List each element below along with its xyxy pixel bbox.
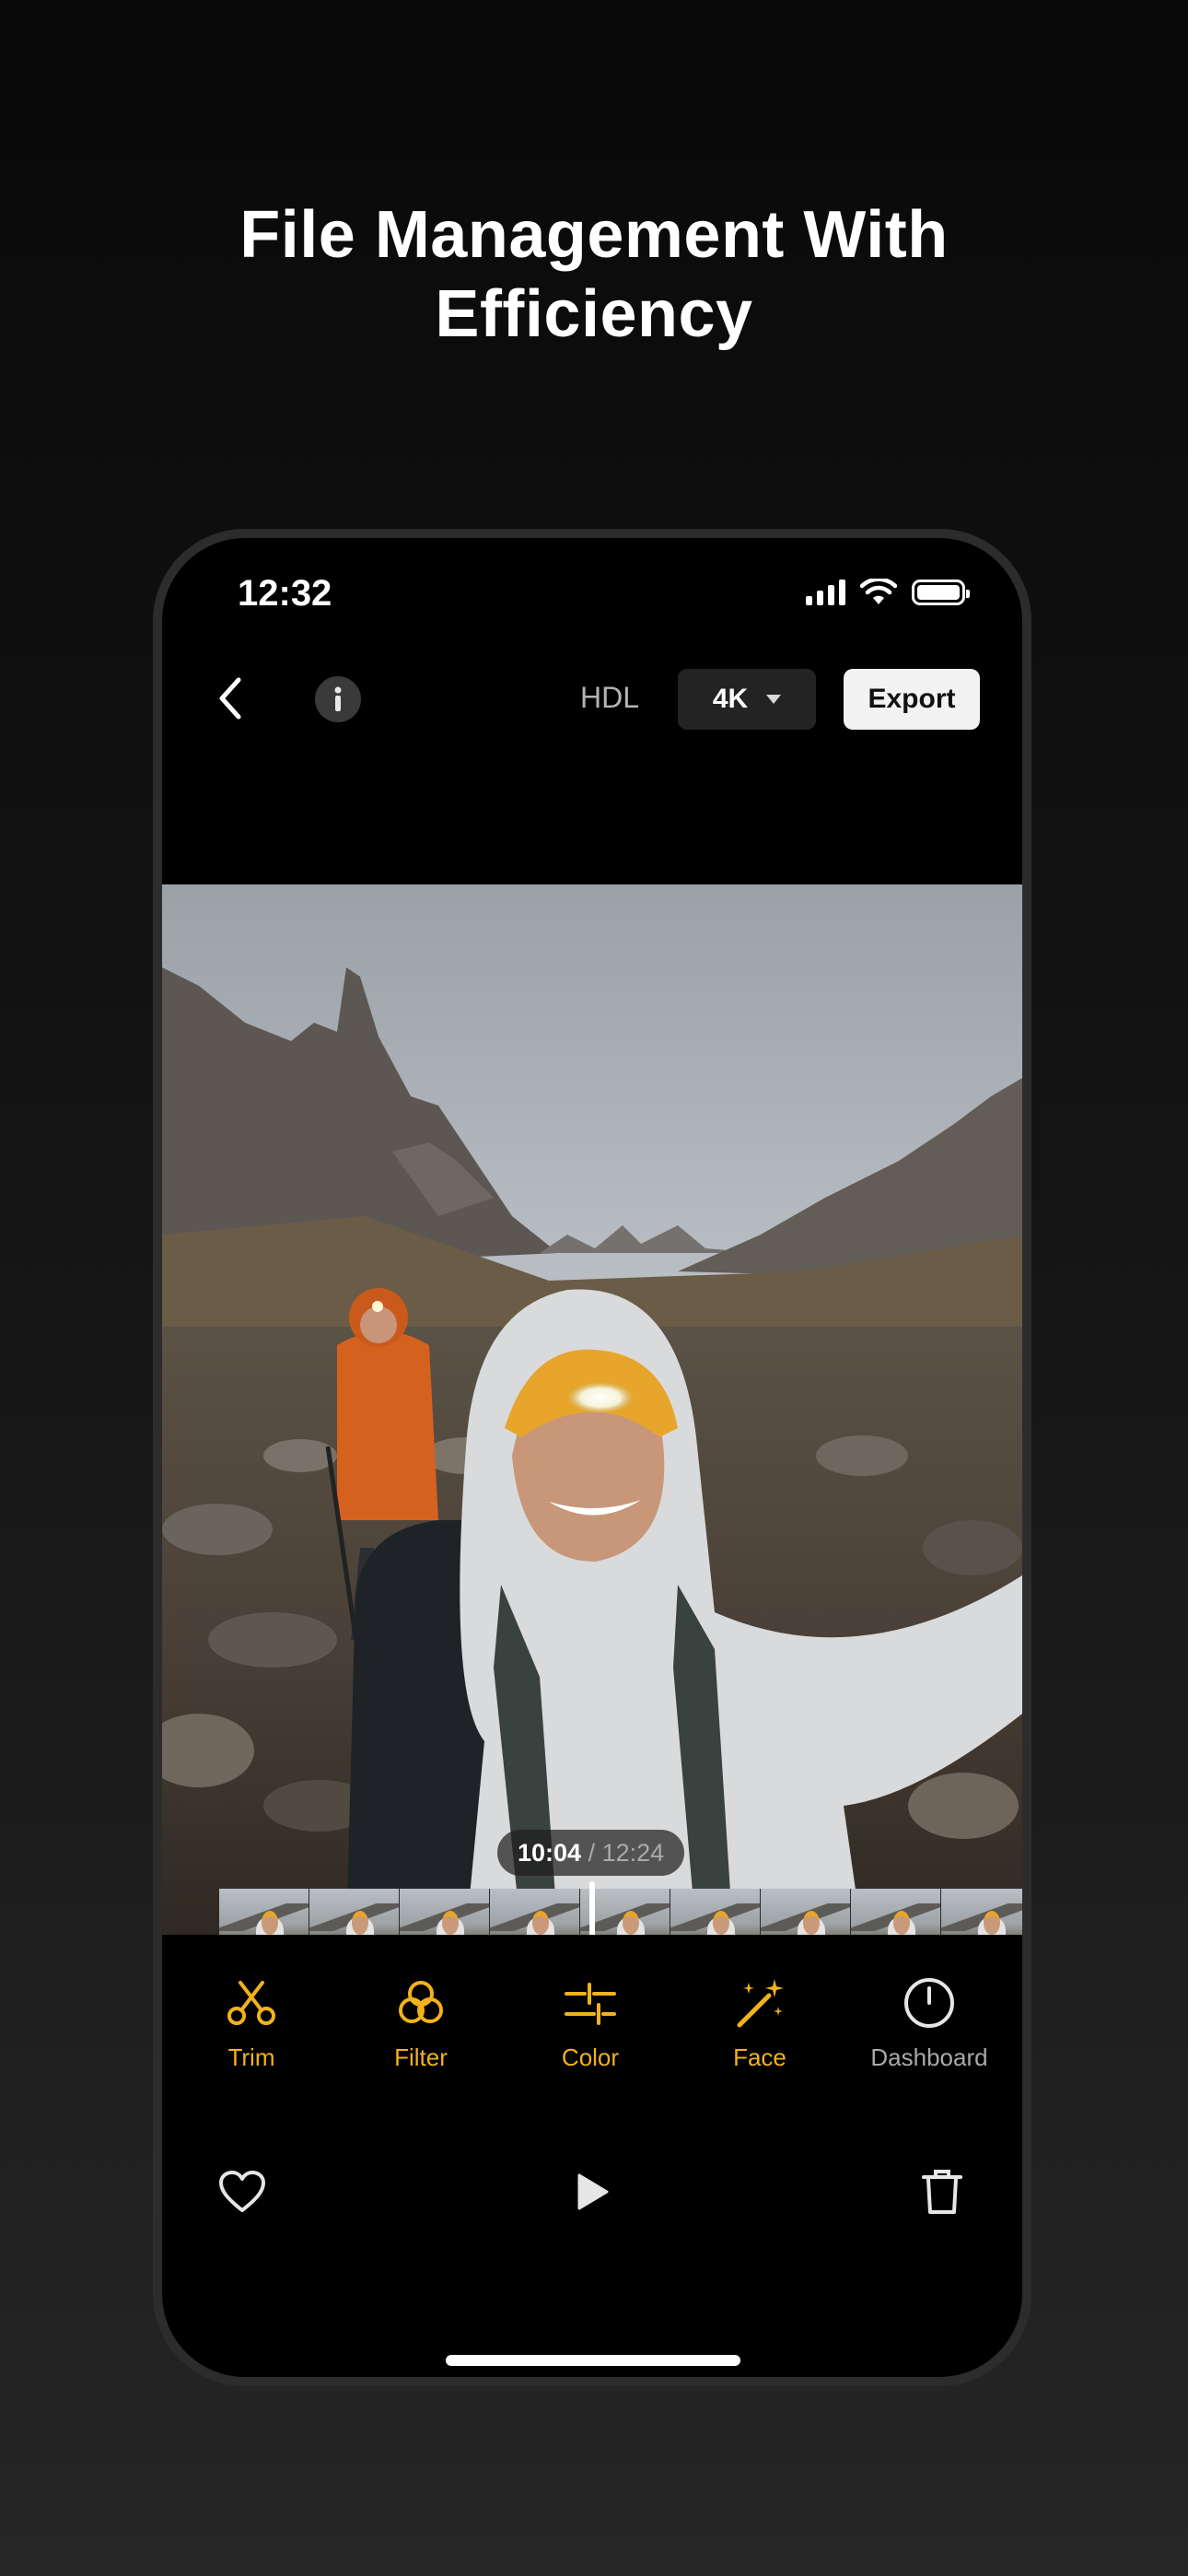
home-indicator: [446, 2355, 740, 2366]
status-bar: 12:32: [162, 538, 1022, 649]
editor-toolbar: HDL 4K Export: [162, 658, 1022, 741]
favorite-button[interactable]: [210, 2160, 274, 2224]
total-time: 12:24: [601, 1838, 665, 1867]
filmstrip-frame: [219, 1889, 309, 1935]
back-button[interactable]: [203, 671, 258, 726]
current-time: 10:04: [518, 1838, 582, 1867]
edit-tools-bar: Trim Filter Color Face Dashboard: [162, 1975, 1022, 2104]
tool-label: Color: [561, 2043, 620, 2071]
sliders-icon: [565, 1983, 616, 2025]
playback-bar: [162, 2160, 1022, 2233]
video-preview[interactable]: 10:04 / 12:24: [162, 884, 1022, 1935]
preview-image: [162, 884, 1022, 1935]
caret-down-icon: [766, 695, 782, 704]
playback-time-badge: 10:04 / 12:24: [497, 1830, 685, 1876]
trash-icon: [922, 2170, 962, 2214]
tool-label: Trim: [227, 2043, 275, 2071]
battery-icon: [912, 580, 970, 605]
wifi-icon: [860, 579, 897, 604]
tool-label: Face: [733, 2043, 786, 2071]
tool-face[interactable]: Face: [681, 1975, 838, 2072]
resolution-select[interactable]: 4K: [678, 669, 816, 730]
file-title: HDL: [579, 681, 639, 714]
resolution-value: 4K: [712, 684, 749, 714]
heart-icon: [219, 2171, 265, 2212]
chevron-left-icon: [219, 677, 241, 720]
play-icon: [577, 2173, 609, 2210]
play-button[interactable]: [560, 2160, 624, 2224]
filmstrip-frame: [400, 1889, 490, 1935]
tool-dashboard[interactable]: Dashboard: [851, 1975, 1007, 2072]
filmstrip-frame: [309, 1889, 400, 1935]
info-button[interactable]: [315, 676, 361, 722]
phone-screen: 12:32 HDL 4K Export 10:04 / 12:24 Trim F…: [162, 538, 1022, 2377]
delete-button[interactable]: [910, 2160, 974, 2224]
headline-line-2: Efficiency: [435, 277, 753, 351]
filter-circles-icon: [399, 1981, 443, 2023]
gauge-icon: [904, 1978, 954, 2028]
scissors-icon: [227, 1981, 275, 2025]
tool-trim[interactable]: Trim: [173, 1975, 330, 2072]
cellular-signal-icon: [806, 580, 845, 605]
filmstrip-frame: [761, 1889, 851, 1935]
headline-line-1: File Management With: [239, 198, 949, 272]
filmstrip-frame: [670, 1889, 761, 1935]
status-icons: [806, 579, 970, 606]
info-icon: [334, 686, 342, 711]
tool-label: Dashboard: [870, 2043, 988, 2071]
phone-frame: 12:32 HDL 4K Export 10:04 / 12:24 Trim F…: [153, 529, 1031, 2386]
export-button[interactable]: Export: [844, 669, 980, 730]
timeline-playhead[interactable]: [589, 1881, 595, 1935]
tool-color[interactable]: Color: [512, 1975, 669, 2072]
filmstrip-frame: [941, 1889, 1022, 1935]
tool-label: Filter: [394, 2043, 448, 2071]
tool-filter[interactable]: Filter: [343, 1975, 499, 2072]
page-headline: File Management With Efficiency: [0, 195, 1188, 354]
filmstrip-frame: [490, 1889, 580, 1935]
magic-wand-icon: [737, 1979, 784, 2028]
timeline-filmstrip[interactable]: [219, 1889, 1022, 1935]
status-time: 12:32: [238, 573, 332, 614]
time-separator: /: [581, 1838, 602, 1867]
filmstrip-frame: [851, 1889, 941, 1935]
